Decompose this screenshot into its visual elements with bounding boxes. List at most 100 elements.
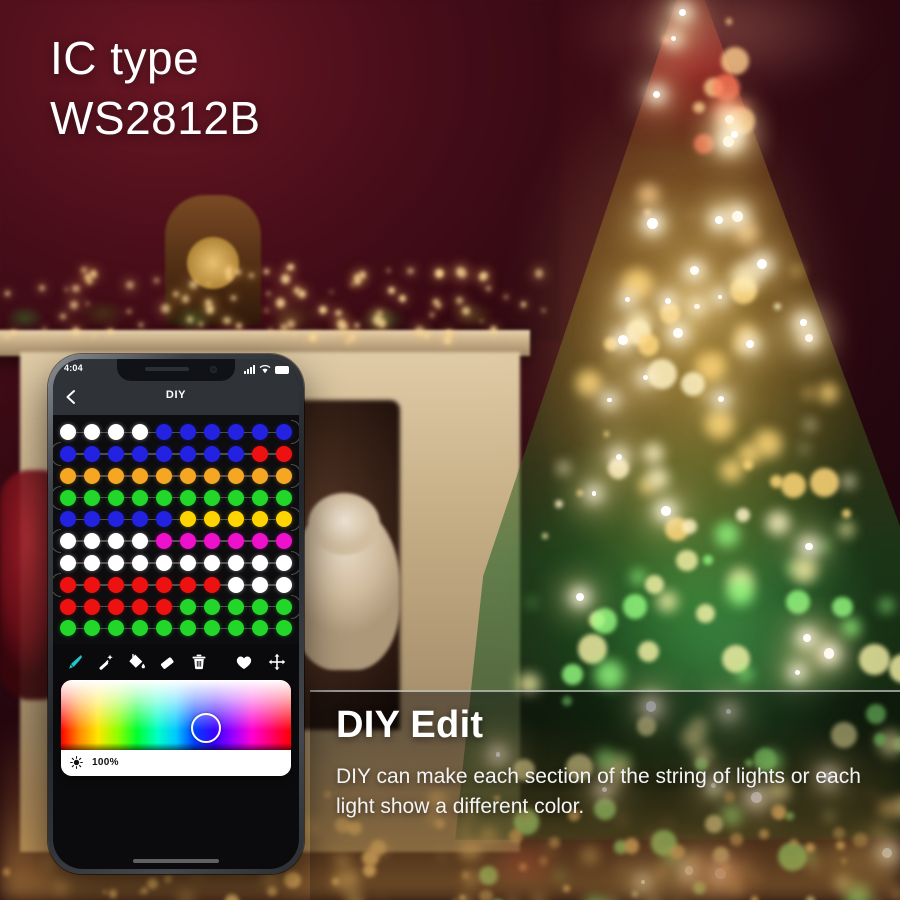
led-cell[interactable] bbox=[84, 489, 100, 506]
led-cell[interactable] bbox=[252, 446, 268, 463]
led-cell[interactable] bbox=[108, 489, 124, 506]
edit-toolbar[interactable] bbox=[53, 643, 299, 680]
led-cell[interactable] bbox=[228, 446, 244, 463]
led-cell[interactable] bbox=[60, 489, 76, 506]
led-cell[interactable] bbox=[132, 554, 148, 571]
led-cell[interactable] bbox=[84, 598, 100, 615]
led-cell[interactable] bbox=[276, 533, 292, 550]
led-cell[interactable] bbox=[156, 446, 172, 463]
led-cell[interactable] bbox=[180, 620, 196, 637]
led-cell[interactable] bbox=[180, 554, 196, 571]
led-cell[interactable] bbox=[132, 424, 148, 441]
led-cell[interactable] bbox=[132, 489, 148, 506]
led-cell[interactable] bbox=[180, 576, 196, 593]
led-cell[interactable] bbox=[108, 554, 124, 571]
led-cell[interactable] bbox=[276, 554, 292, 571]
led-cell[interactable] bbox=[180, 598, 196, 615]
led-row[interactable] bbox=[60, 594, 299, 619]
led-cell[interactable] bbox=[228, 489, 244, 506]
led-cell[interactable] bbox=[108, 424, 124, 441]
led-cell[interactable] bbox=[228, 511, 244, 528]
led-cell[interactable] bbox=[84, 576, 100, 593]
led-cell[interactable] bbox=[156, 576, 172, 593]
led-cell[interactable] bbox=[108, 620, 124, 637]
led-cell[interactable] bbox=[108, 511, 124, 528]
led-cell[interactable] bbox=[108, 576, 124, 593]
led-row[interactable] bbox=[53, 485, 292, 510]
led-cell[interactable] bbox=[252, 533, 268, 550]
led-cell[interactable] bbox=[180, 489, 196, 506]
led-cell[interactable] bbox=[84, 511, 100, 528]
led-cell[interactable] bbox=[156, 424, 172, 441]
led-cell[interactable] bbox=[276, 576, 292, 593]
led-cell[interactable] bbox=[108, 446, 124, 463]
led-cell[interactable] bbox=[60, 620, 76, 637]
led-row[interactable] bbox=[60, 463, 299, 488]
led-cell[interactable] bbox=[204, 489, 220, 506]
led-cell[interactable] bbox=[60, 511, 76, 528]
color-handle[interactable] bbox=[190, 712, 221, 743]
led-cell[interactable] bbox=[156, 489, 172, 506]
led-cell[interactable] bbox=[276, 598, 292, 615]
led-grid[interactable] bbox=[53, 420, 299, 638]
color-picker-card[interactable]: 100% bbox=[61, 679, 291, 776]
led-cell[interactable] bbox=[132, 620, 148, 637]
led-cell[interactable] bbox=[132, 533, 148, 550]
led-cell[interactable] bbox=[156, 511, 172, 528]
led-cell[interactable] bbox=[228, 620, 244, 637]
led-cell[interactable] bbox=[156, 467, 172, 484]
led-cell[interactable] bbox=[252, 511, 268, 528]
led-cell[interactable] bbox=[276, 446, 292, 463]
led-row[interactable] bbox=[53, 529, 292, 554]
led-cell[interactable] bbox=[252, 424, 268, 441]
led-cell[interactable] bbox=[204, 598, 220, 615]
led-cell[interactable] bbox=[132, 446, 148, 463]
led-cell[interactable] bbox=[60, 467, 76, 484]
led-cell[interactable] bbox=[204, 576, 220, 593]
led-cell[interactable] bbox=[84, 620, 100, 637]
led-cell[interactable] bbox=[84, 424, 100, 441]
led-cell[interactable] bbox=[276, 424, 292, 441]
led-cell[interactable] bbox=[228, 533, 244, 550]
led-cell[interactable] bbox=[252, 554, 268, 571]
led-cell[interactable] bbox=[204, 467, 220, 484]
led-cell[interactable] bbox=[228, 424, 244, 441]
led-cell[interactable] bbox=[204, 424, 220, 441]
brightness-row[interactable]: 100% bbox=[61, 749, 291, 776]
led-cell[interactable] bbox=[156, 598, 172, 615]
led-cell[interactable] bbox=[276, 511, 292, 528]
led-cell[interactable] bbox=[84, 446, 100, 463]
led-cell[interactable] bbox=[60, 446, 76, 463]
fill-tool[interactable] bbox=[127, 652, 147, 672]
led-cell[interactable] bbox=[252, 620, 268, 637]
led-cell[interactable] bbox=[228, 598, 244, 615]
led-cell[interactable] bbox=[132, 598, 148, 615]
led-row[interactable] bbox=[60, 550, 299, 575]
led-cell[interactable] bbox=[60, 598, 76, 615]
move-tool[interactable] bbox=[267, 652, 287, 672]
led-cell[interactable] bbox=[228, 467, 244, 484]
led-cell[interactable] bbox=[228, 554, 244, 571]
led-cell[interactable] bbox=[204, 554, 220, 571]
led-row[interactable] bbox=[60, 619, 292, 638]
led-cell[interactable] bbox=[108, 533, 124, 550]
led-row[interactable] bbox=[53, 572, 292, 597]
wand-tool[interactable] bbox=[96, 652, 116, 672]
delete-tool[interactable] bbox=[189, 652, 209, 672]
led-cell[interactable] bbox=[276, 467, 292, 484]
led-cell[interactable] bbox=[252, 576, 268, 593]
led-cell[interactable] bbox=[108, 598, 124, 615]
led-cell[interactable] bbox=[204, 620, 220, 637]
led-cell[interactable] bbox=[276, 489, 292, 506]
led-cell[interactable] bbox=[60, 424, 76, 441]
led-cell[interactable] bbox=[84, 554, 100, 571]
led-cell[interactable] bbox=[60, 533, 76, 550]
led-cell[interactable] bbox=[180, 424, 196, 441]
led-cell[interactable] bbox=[132, 511, 148, 528]
led-cell[interactable] bbox=[180, 533, 196, 550]
brush-tool[interactable] bbox=[65, 652, 85, 672]
led-cell[interactable] bbox=[252, 467, 268, 484]
led-cell[interactable] bbox=[132, 576, 148, 593]
led-row[interactable] bbox=[53, 442, 292, 467]
led-cell[interactable] bbox=[108, 467, 124, 484]
